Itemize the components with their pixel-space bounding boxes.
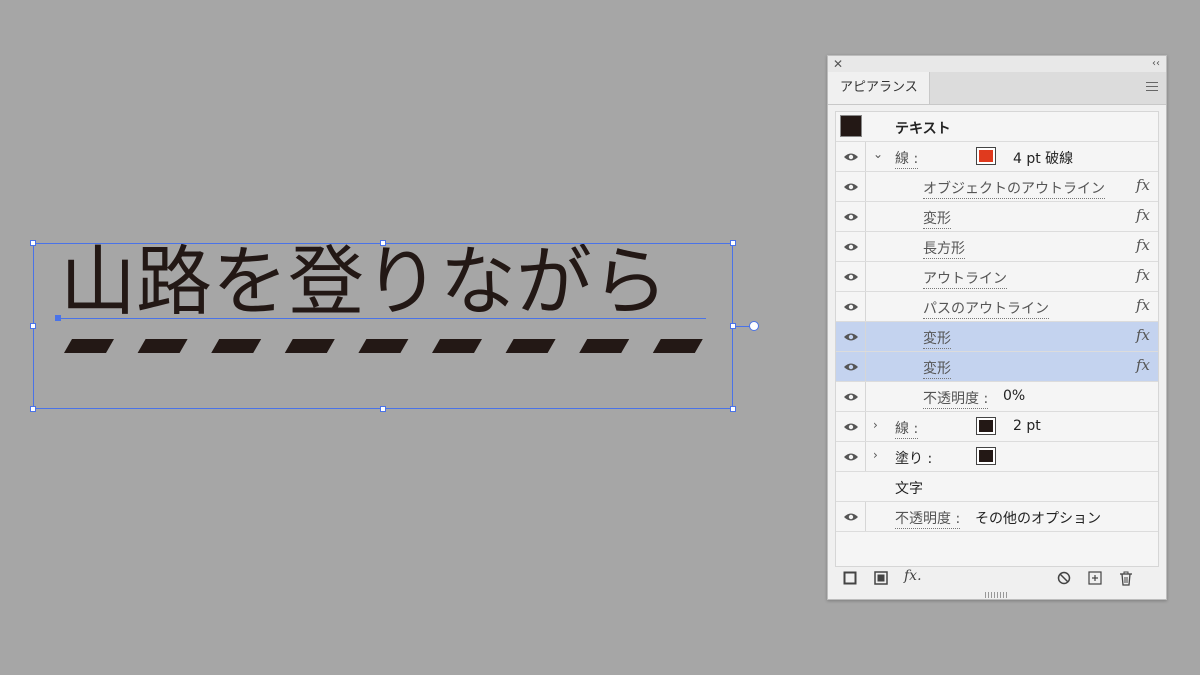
fx-menu-icon[interactable]: fx. (904, 568, 922, 584)
appearance-panel: ✕ ‹‹ アピアランス テキスト ⌄ 線 : 4 pt 破線 オブジェクトのアウ… (827, 55, 1167, 600)
opacity-label[interactable]: 不透明度 : (923, 388, 989, 409)
panel-footer: fx. (828, 568, 1166, 592)
fill-label[interactable]: 塗り : (895, 448, 932, 468)
handle-top-left[interactable] (30, 240, 36, 246)
fx-icon[interactable]: fx (1136, 296, 1150, 314)
trash-icon[interactable] (1119, 571, 1133, 586)
fx-icon[interactable]: fx (1136, 206, 1150, 224)
eye-icon[interactable] (843, 211, 859, 223)
collapse-icon[interactable]: ‹‹ (1152, 56, 1160, 72)
eye-icon[interactable] (843, 151, 859, 163)
eye-icon[interactable] (843, 331, 859, 343)
selection-bounding-box[interactable] (33, 243, 733, 409)
stroke-swatch[interactable] (976, 417, 996, 435)
eye-icon[interactable] (843, 301, 859, 313)
fx-icon[interactable]: fx (1136, 356, 1150, 374)
effect-label[interactable]: アウトライン (923, 268, 1007, 289)
effect-row[interactable]: パスのアウトライン fx (836, 292, 1158, 322)
fill-row[interactable]: › 塗り : (836, 442, 1158, 472)
opacity-value[interactable]: その他のオプション (975, 508, 1101, 528)
header-row[interactable]: テキスト (836, 112, 1158, 142)
stroke-row[interactable]: › 線 : 2 pt (836, 412, 1158, 442)
eye-icon[interactable] (843, 181, 859, 193)
add-new-fill-icon[interactable] (874, 571, 888, 585)
effect-row-selected[interactable]: 変形 fx (836, 352, 1158, 382)
clear-appearance-icon[interactable] (1057, 571, 1071, 585)
appearance-list: テキスト ⌄ 線 : 4 pt 破線 オブジェクトのアウトライン fx 変形 f… (835, 111, 1159, 567)
fx-icon[interactable]: fx (1136, 176, 1150, 194)
eye-icon[interactable] (843, 421, 859, 433)
effect-label[interactable]: 変形 (923, 358, 951, 379)
handle-top-right[interactable] (730, 240, 736, 246)
effect-row[interactable]: オブジェクトのアウトライン fx (836, 172, 1158, 202)
menu-icon[interactable] (1146, 82, 1158, 94)
object-thumbnail (840, 115, 862, 137)
eye-icon[interactable] (843, 361, 859, 373)
handle-top-center[interactable] (380, 240, 386, 246)
handle-bottom-left[interactable] (30, 406, 36, 412)
add-new-stroke-icon[interactable] (843, 571, 857, 585)
handle-bottom-right[interactable] (730, 406, 736, 412)
duplicate-item-icon[interactable] (1088, 571, 1102, 585)
effect-row[interactable]: 長方形 fx (836, 232, 1158, 262)
stroke-label[interactable]: 線 : (895, 148, 919, 169)
eye-icon[interactable] (843, 241, 859, 253)
effect-label[interactable]: パスのアウトライン (923, 298, 1049, 319)
opacity-row[interactable]: 不透明度 : その他のオプション (836, 502, 1158, 532)
chevron-right-icon[interactable]: › (873, 418, 878, 432)
fx-icon[interactable]: fx (1136, 236, 1150, 254)
stroke-row[interactable]: ⌄ 線 : 4 pt 破線 (836, 142, 1158, 172)
effect-row-selected[interactable]: 変形 fx (836, 322, 1158, 352)
opacity-row[interactable]: 不透明度 : 0% (836, 382, 1158, 412)
characters-label[interactable]: 文字 (895, 478, 923, 498)
effect-row[interactable]: 変形 fx (836, 202, 1158, 232)
characters-row[interactable]: 文字 (836, 472, 1158, 502)
object-type-label: テキスト (895, 121, 951, 137)
stroke-value[interactable]: 2 pt (1013, 418, 1041, 434)
resize-grip[interactable] (985, 592, 1009, 598)
effect-label[interactable]: 変形 (923, 208, 951, 229)
handle-middle-left[interactable] (30, 323, 36, 329)
panel-titlebar: ✕ ‹‹ (828, 56, 1166, 73)
eye-icon[interactable] (843, 271, 859, 283)
handle-bottom-center[interactable] (380, 406, 386, 412)
close-icon[interactable]: ✕ (833, 56, 843, 72)
fx-icon[interactable]: fx (1136, 266, 1150, 284)
effect-label[interactable]: 変形 (923, 328, 951, 349)
eye-icon[interactable] (843, 391, 859, 403)
effect-row[interactable]: アウトライン fx (836, 262, 1158, 292)
stroke-label[interactable]: 線 : (895, 418, 919, 439)
tab-appearance[interactable]: アピアランス (828, 72, 930, 104)
effect-label[interactable]: 長方形 (923, 238, 965, 259)
stroke-value[interactable]: 4 pt 破線 (1013, 148, 1073, 168)
text-overflow-port[interactable] (749, 321, 759, 331)
panel-tabbar: アピアランス (828, 72, 1166, 105)
opacity-value[interactable]: 0% (1003, 388, 1025, 404)
stroke-swatch[interactable] (976, 147, 996, 165)
eye-icon[interactable] (843, 451, 859, 463)
eye-icon[interactable] (843, 511, 859, 523)
chevron-down-icon[interactable]: ⌄ (873, 147, 883, 161)
chevron-right-icon[interactable]: › (873, 448, 878, 462)
effect-label[interactable]: オブジェクトのアウトライン (923, 178, 1105, 199)
opacity-label[interactable]: 不透明度 : (895, 508, 961, 529)
fx-icon[interactable]: fx (1136, 326, 1150, 344)
fill-swatch[interactable] (976, 447, 996, 465)
